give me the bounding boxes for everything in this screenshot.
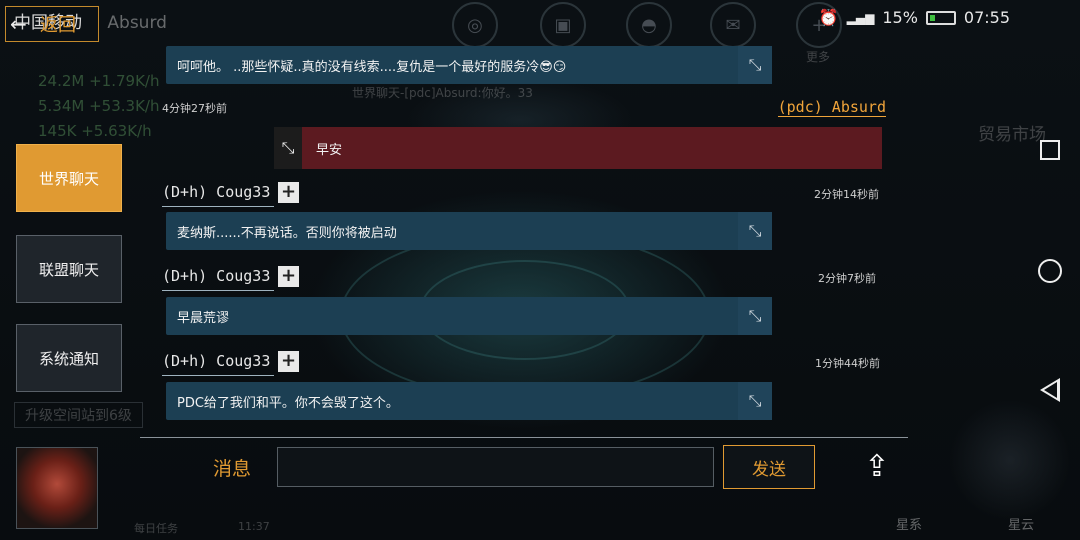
tab-label: 联盟聊天 (38, 260, 99, 279)
divider (140, 437, 908, 438)
home-icon[interactable] (1038, 259, 1062, 283)
message-text: 麦纳斯......不再说话。否则你将被启动 (177, 225, 397, 241)
expand-arrows-icon[interactable]: ⤡ (738, 212, 772, 250)
commander-avatar (16, 447, 98, 529)
message-time: 2分钟14秒前 (814, 188, 879, 201)
chat-message: 麦纳斯......不再说话。否则你将被启动 ⤡ (166, 212, 772, 250)
back-button-label: 返回 (40, 15, 76, 36)
chat-message: 早晨荒谬 ⤡ (166, 297, 772, 335)
message-label: 消息 (213, 458, 252, 480)
message-input[interactable] (277, 447, 714, 487)
tab-alliance-chat[interactable]: 联盟聊天 (16, 235, 122, 303)
signal-icon: ▂▄▆ (846, 10, 875, 25)
world-chat-ticker: 世界聊天-[pdc]Absurd:你好。33 (352, 86, 533, 100)
tab-world-chat[interactable]: 世界聊天 (16, 144, 122, 212)
alarm-icon: ⏰ (818, 8, 839, 27)
message-text: PDC给了我们和平。你不会毁了这个。 (177, 395, 399, 411)
sender-name[interactable]: (D+h) Coug33 (162, 183, 275, 207)
chat-message: PDC给了我们和平。你不会毁了这个。 ⤡ (166, 382, 772, 420)
status-bar: 中国移动 Absurd ⏰ ▂▄▆ 15% 07:55 (0, 0, 1080, 36)
daily-tasks-label: 每日任务 (134, 522, 178, 535)
message-time: 1分钟44秒前 (815, 357, 880, 370)
expand-arrows-icon[interactable]: ⤡ (738, 382, 772, 420)
sender-name[interactable]: (D+h) Coug33 (162, 267, 275, 291)
sender-name[interactable]: (D+h) Coug33 (162, 352, 275, 376)
upload-icon[interactable]: ⇪ (858, 452, 896, 490)
status-icons: ⏰ ▂▄▆ 15% 07:55 (819, 8, 1010, 27)
timer-label: 11:37 (238, 520, 270, 533)
nav-back-icon[interactable] (1040, 378, 1060, 402)
message-time: 4分钟27秒前 (162, 102, 227, 115)
arrow-left-icon: ← (10, 12, 27, 36)
resource-3: 145K +5.63K/h (38, 122, 152, 140)
recent-apps-icon[interactable] (1040, 140, 1060, 160)
plus-icon[interactable]: + (278, 351, 299, 372)
plus-icon[interactable]: + (278, 266, 299, 287)
battery-icon (925, 10, 956, 25)
chat-message: 呵呵他。 ..那些怀疑..真的没有线索....复仇是一个最好的服务冷😎😏 ⤡ (166, 46, 772, 84)
star-system-label: 星系 (896, 518, 923, 533)
plus-icon[interactable]: + (278, 182, 299, 203)
message-text: 早晨荒谬 (177, 310, 230, 326)
resource-1: 24.2M +1.79K/h (38, 72, 160, 90)
my-sender-name[interactable]: (pdc) Absurd (777, 98, 886, 117)
resource-2: 5.34M +53.3K/h (38, 97, 160, 115)
upgrade-station-label: 升级空间站到6级 (14, 402, 143, 428)
more-label: 更多 (806, 50, 831, 64)
send-button-label: 发送 (752, 459, 786, 480)
message-text: 呵呵他。 ..那些怀疑..真的没有线索....复仇是一个最好的服务冷😎😏 (177, 59, 567, 75)
expand-arrows-icon[interactable]: ⤡ (274, 127, 302, 169)
tab-label: 世界聊天 (38, 169, 99, 188)
message-time: 2分钟7秒前 (818, 272, 876, 285)
my-chat-message: ⤡ 早安 (274, 127, 882, 169)
message-text: 早安 (316, 142, 343, 158)
expand-arrows-icon[interactable]: ⤡ (738, 46, 772, 84)
tab-system-notice[interactable]: 系统通知 (16, 324, 122, 392)
clock: 07:55 (963, 8, 1010, 27)
battery-percent: 15% (882, 8, 918, 27)
tab-label: 系统通知 (38, 349, 99, 368)
game-name: Absurd (107, 13, 167, 33)
back-button[interactable]: ← 返回 (5, 6, 99, 42)
send-button[interactable]: 发送 (723, 445, 815, 489)
expand-arrows-icon[interactable]: ⤡ (738, 297, 772, 335)
